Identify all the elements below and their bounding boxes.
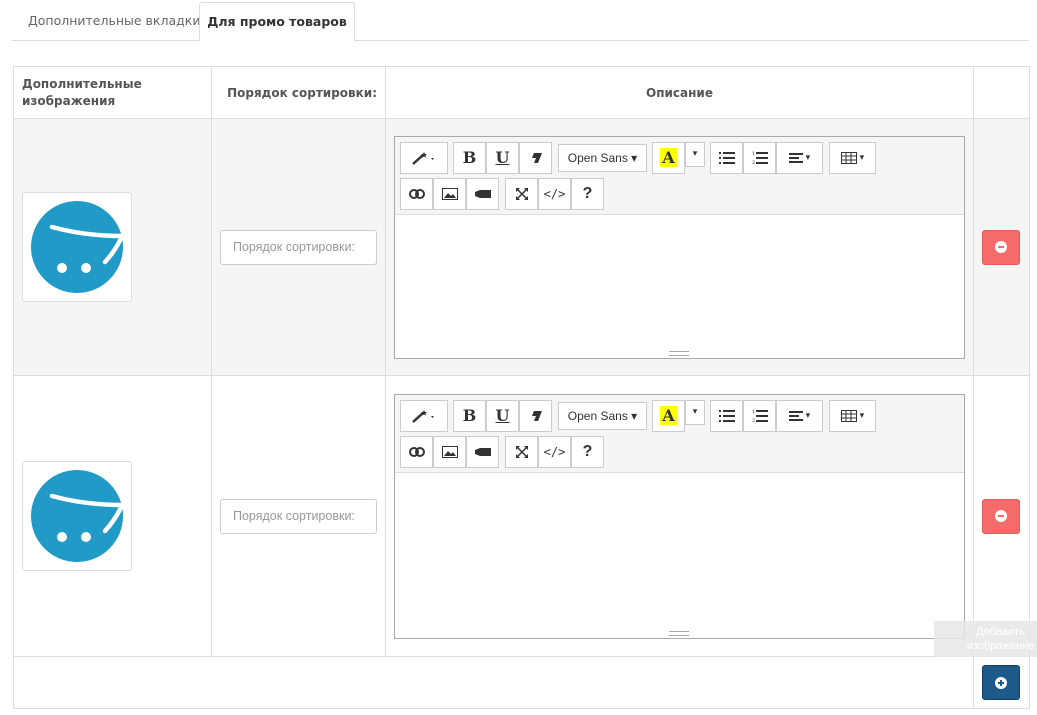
font-family-dropdown[interactable]: Open Sans ▾ xyxy=(558,143,647,172)
editor-resize-handle[interactable] xyxy=(669,350,689,356)
table-insert-button[interactable]: ▾ xyxy=(829,141,876,174)
image-button[interactable] xyxy=(433,177,466,210)
picture-icon xyxy=(441,445,458,458)
magic-wand-icon xyxy=(412,409,434,423)
image-button[interactable] xyxy=(433,435,466,468)
paragraph-align-button[interactable]: ▾ xyxy=(776,141,823,174)
editor-toolbar: B U Open Sans ▾ A ▾ 12 ▾ ▾ </> ? xyxy=(395,394,964,473)
numbered-list-icon: 12 xyxy=(752,409,768,423)
help-button[interactable]: ? xyxy=(571,435,604,468)
minus-circle-icon xyxy=(995,241,1007,253)
add-image-tooltip: Добавить изображение xyxy=(934,621,1037,657)
image-thumbnail[interactable] xyxy=(22,192,132,302)
link-button[interactable] xyxy=(400,177,433,210)
header-sort-order: Порядок сортировки: xyxy=(211,66,386,119)
editor-content-area[interactable] xyxy=(395,215,964,358)
editor-content-area[interactable] xyxy=(395,473,964,638)
highlight-color-button[interactable]: A xyxy=(652,399,685,432)
tab-promo-products[interactable]: Для промо товаров xyxy=(199,2,355,42)
tabs: Дополнительные вкладки Для промо товаров xyxy=(12,2,1029,42)
svg-text:1: 1 xyxy=(752,409,755,415)
minus-circle-icon xyxy=(995,510,1007,522)
numbered-list-icon: 12 xyxy=(752,151,768,165)
editor-resize-handle[interactable] xyxy=(669,630,689,636)
table-row: Порядок сортировки: B U Open Sans ▾ A ▾ xyxy=(13,118,1030,376)
font-family-dropdown[interactable]: Open Sans ▾ xyxy=(558,401,647,430)
link-icon xyxy=(408,446,425,457)
eraser-icon xyxy=(529,410,542,421)
highlight-color-button[interactable]: A xyxy=(652,141,685,174)
table-footer-row xyxy=(13,656,1030,709)
table-insert-button[interactable]: ▾ xyxy=(829,399,876,432)
style-magic-button[interactable] xyxy=(400,141,448,174)
table-icon xyxy=(840,151,857,164)
table-icon xyxy=(840,409,857,422)
header-description: Описание xyxy=(385,66,974,119)
tab-additional-tabs[interactable]: Дополнительные вкладки xyxy=(12,2,216,41)
fullscreen-button[interactable] xyxy=(505,177,538,210)
picture-icon xyxy=(441,187,458,200)
plus-circle-icon xyxy=(995,676,1007,689)
remove-image-button[interactable] xyxy=(982,498,1020,534)
highlight-icon: A xyxy=(660,148,677,167)
help-button[interactable]: ? xyxy=(571,177,604,210)
underline-button[interactable]: U xyxy=(486,141,519,174)
image-thumbnail[interactable] xyxy=(22,461,132,571)
video-button[interactable] xyxy=(466,435,499,468)
opencart-logo-icon xyxy=(31,201,124,293)
header-actions xyxy=(973,66,1030,119)
table-row: Порядок сортировки: B U Open Sans ▾ A ▾ xyxy=(13,375,1030,657)
bullet-list-icon xyxy=(718,151,735,164)
video-icon xyxy=(474,189,491,198)
sort-order-input[interactable]: Порядок сортировки: xyxy=(220,498,377,534)
code-view-button[interactable]: </> xyxy=(538,435,571,468)
svg-text:2: 2 xyxy=(752,160,755,165)
bold-button[interactable]: B xyxy=(453,141,486,174)
color-dropdown-button[interactable]: ▾ xyxy=(685,141,705,167)
unordered-list-button[interactable] xyxy=(710,141,743,174)
opencart-logo-icon xyxy=(31,470,124,562)
remove-image-button[interactable] xyxy=(982,229,1020,265)
fullscreen-icon xyxy=(515,445,528,458)
images-table: Дополнительные изображения Порядок сорти… xyxy=(13,66,1030,709)
magic-wand-icon xyxy=(412,151,434,165)
code-view-button[interactable]: </> xyxy=(538,177,571,210)
underline-button[interactable]: U xyxy=(486,399,519,432)
fullscreen-icon xyxy=(515,187,528,200)
color-dropdown-button[interactable]: ▾ xyxy=(685,399,705,425)
video-button[interactable] xyxy=(466,177,499,210)
link-icon xyxy=(408,188,425,199)
align-left-icon xyxy=(788,152,803,163)
description-editor: B U Open Sans ▾ A ▾ 12 ▾ ▾ </> ? xyxy=(394,393,965,639)
font-family-label: Open Sans xyxy=(567,150,628,165)
highlight-icon: A xyxy=(660,406,677,425)
bullet-list-icon xyxy=(718,409,735,422)
svg-text:1: 1 xyxy=(752,151,755,157)
video-icon xyxy=(474,447,491,456)
sort-order-input[interactable]: Порядок сортировки: xyxy=(220,229,377,265)
add-image-button[interactable] xyxy=(982,665,1020,700)
eraser-button[interactable] xyxy=(519,399,552,432)
paragraph-align-button[interactable]: ▾ xyxy=(776,399,823,432)
editor-toolbar: B U Open Sans ▾ A ▾ 12 ▾ ▾ </> ? xyxy=(395,136,964,215)
bold-button[interactable]: B xyxy=(453,399,486,432)
font-family-label: Open Sans xyxy=(567,408,628,423)
description-editor: B U Open Sans ▾ A ▾ 12 ▾ ▾ </> ? xyxy=(394,135,965,359)
ordered-list-button[interactable]: 12 xyxy=(743,141,776,174)
svg-text:2: 2 xyxy=(752,418,755,423)
unordered-list-button[interactable] xyxy=(710,399,743,432)
eraser-icon xyxy=(529,152,542,163)
style-magic-button[interactable] xyxy=(400,399,448,432)
fullscreen-button[interactable] xyxy=(505,435,538,468)
ordered-list-button[interactable]: 12 xyxy=(743,399,776,432)
header-images: Дополнительные изображения xyxy=(13,66,212,119)
eraser-button[interactable] xyxy=(519,141,552,174)
align-left-icon xyxy=(788,410,803,421)
link-button[interactable] xyxy=(400,435,433,468)
